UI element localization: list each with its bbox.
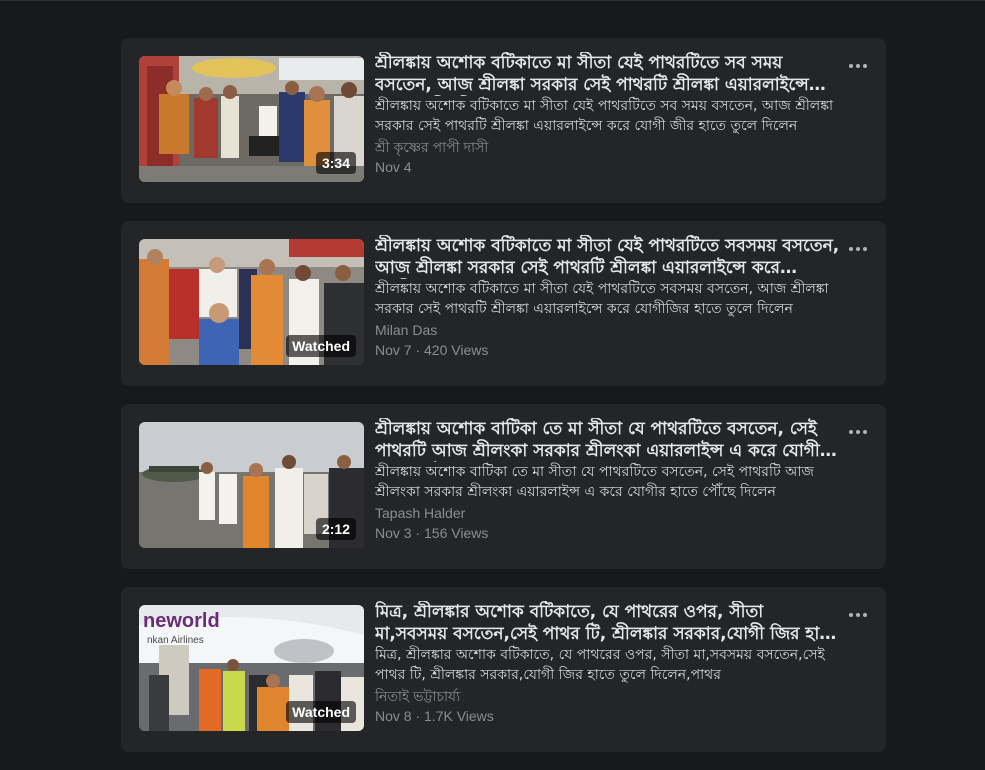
video-thumbnail[interactable]: 3:34 [139, 56, 364, 182]
video-title[interactable]: মিত্র, শ্রীলঙ্কার অশোক বটিকাতে, যে পাথরে… [375, 601, 840, 645]
video-meta: Nov 3 · 156 Views [375, 525, 489, 541]
video-card[interactable]: 2:12 শ্রীলঙ্কায় অশোক বাটিকা তে মা সীতা … [121, 404, 886, 569]
more-options-icon[interactable] [840, 52, 876, 80]
top-divider [0, 0, 985, 1]
airline-name-text: nkan Airlines [147, 635, 204, 646]
video-author[interactable]: শ্রী কৃষ্ণের পাপী দাসী [375, 137, 840, 157]
video-title[interactable]: শ্রীলঙ্কায় অশোক বটিকাতে মা সীতা যেই পাথ… [375, 52, 840, 96]
video-card[interactable]: neworld nkan Airlines Watched মিত্র, শ্র… [121, 587, 886, 752]
video-info: শ্রীলঙ্কায় অশোক বাটিকা তে মা সীতা যে পা… [375, 418, 840, 543]
video-card[interactable]: 3:34 শ্রীলঙ্কায় অশোক বটিকাতে মা সীতা যে… [121, 38, 886, 203]
video-meta: Nov 7 · 420 Views [375, 342, 489, 358]
more-options-icon[interactable] [840, 601, 876, 629]
video-description: শ্রীলঙ্কায় অশোক বটিকাতে মা সীতা যেই পাথ… [375, 281, 829, 317]
watched-badge: Watched [286, 701, 356, 723]
video-author[interactable]: নিতাই ভট্টাচার্য্য [375, 686, 840, 706]
video-author[interactable]: Milan Das [375, 320, 840, 340]
video-thumbnail[interactable]: Watched [139, 239, 364, 365]
video-author[interactable]: Tapash Halder [375, 503, 840, 523]
video-card[interactable]: Watched শ্রীলঙ্কায় অশোক বটিকাতে মা সীতা… [121, 221, 886, 386]
duration-badge: 2:12 [315, 518, 356, 540]
video-title[interactable]: শ্রীলঙ্কায় অশোক বাটিকা তে মা সীতা যে পা… [375, 418, 840, 462]
watched-badge: Watched [286, 335, 356, 357]
video-list: 3:34 শ্রীলঙ্কায় অশোক বটিকাতে মা সীতা যে… [121, 38, 886, 770]
more-options-icon[interactable] [840, 418, 876, 446]
duration-badge: 3:34 [315, 152, 356, 174]
more-options-icon[interactable] [840, 235, 876, 263]
video-info: শ্রীলঙ্কায় অশোক বটিকাতে মা সীতা যেই পাথ… [375, 235, 840, 360]
video-description: মিত্র, শ্রীলঙ্কার অশোক বটিকাতে, যে পাথরে… [375, 647, 825, 683]
video-info: শ্রীলঙ্কায় অশোক বটিকাতে মা সীতা যেই পাথ… [375, 52, 840, 177]
video-title[interactable]: শ্রীলঙ্কায় অশোক বটিকাতে মা সীতা যেই পাথ… [375, 235, 840, 279]
video-description: শ্রীলঙ্কায় অশোক বটিকাতে মা সীতা যেই পাথ… [375, 98, 834, 134]
video-thumbnail[interactable]: neworld nkan Airlines Watched [139, 605, 364, 731]
video-meta: Nov 8 · 1.7K Views [375, 708, 494, 724]
video-thumbnail[interactable]: 2:12 [139, 422, 364, 548]
video-meta: Nov 4 [375, 159, 412, 175]
airline-logo-text: neworld [143, 610, 220, 632]
video-info: মিত্র, শ্রীলঙ্কার অশোক বটিকাতে, যে পাথরে… [375, 601, 840, 726]
video-description: শ্রীলঙ্কায় অশোক বাটিকা তে মা সীতা যে পা… [375, 464, 814, 500]
